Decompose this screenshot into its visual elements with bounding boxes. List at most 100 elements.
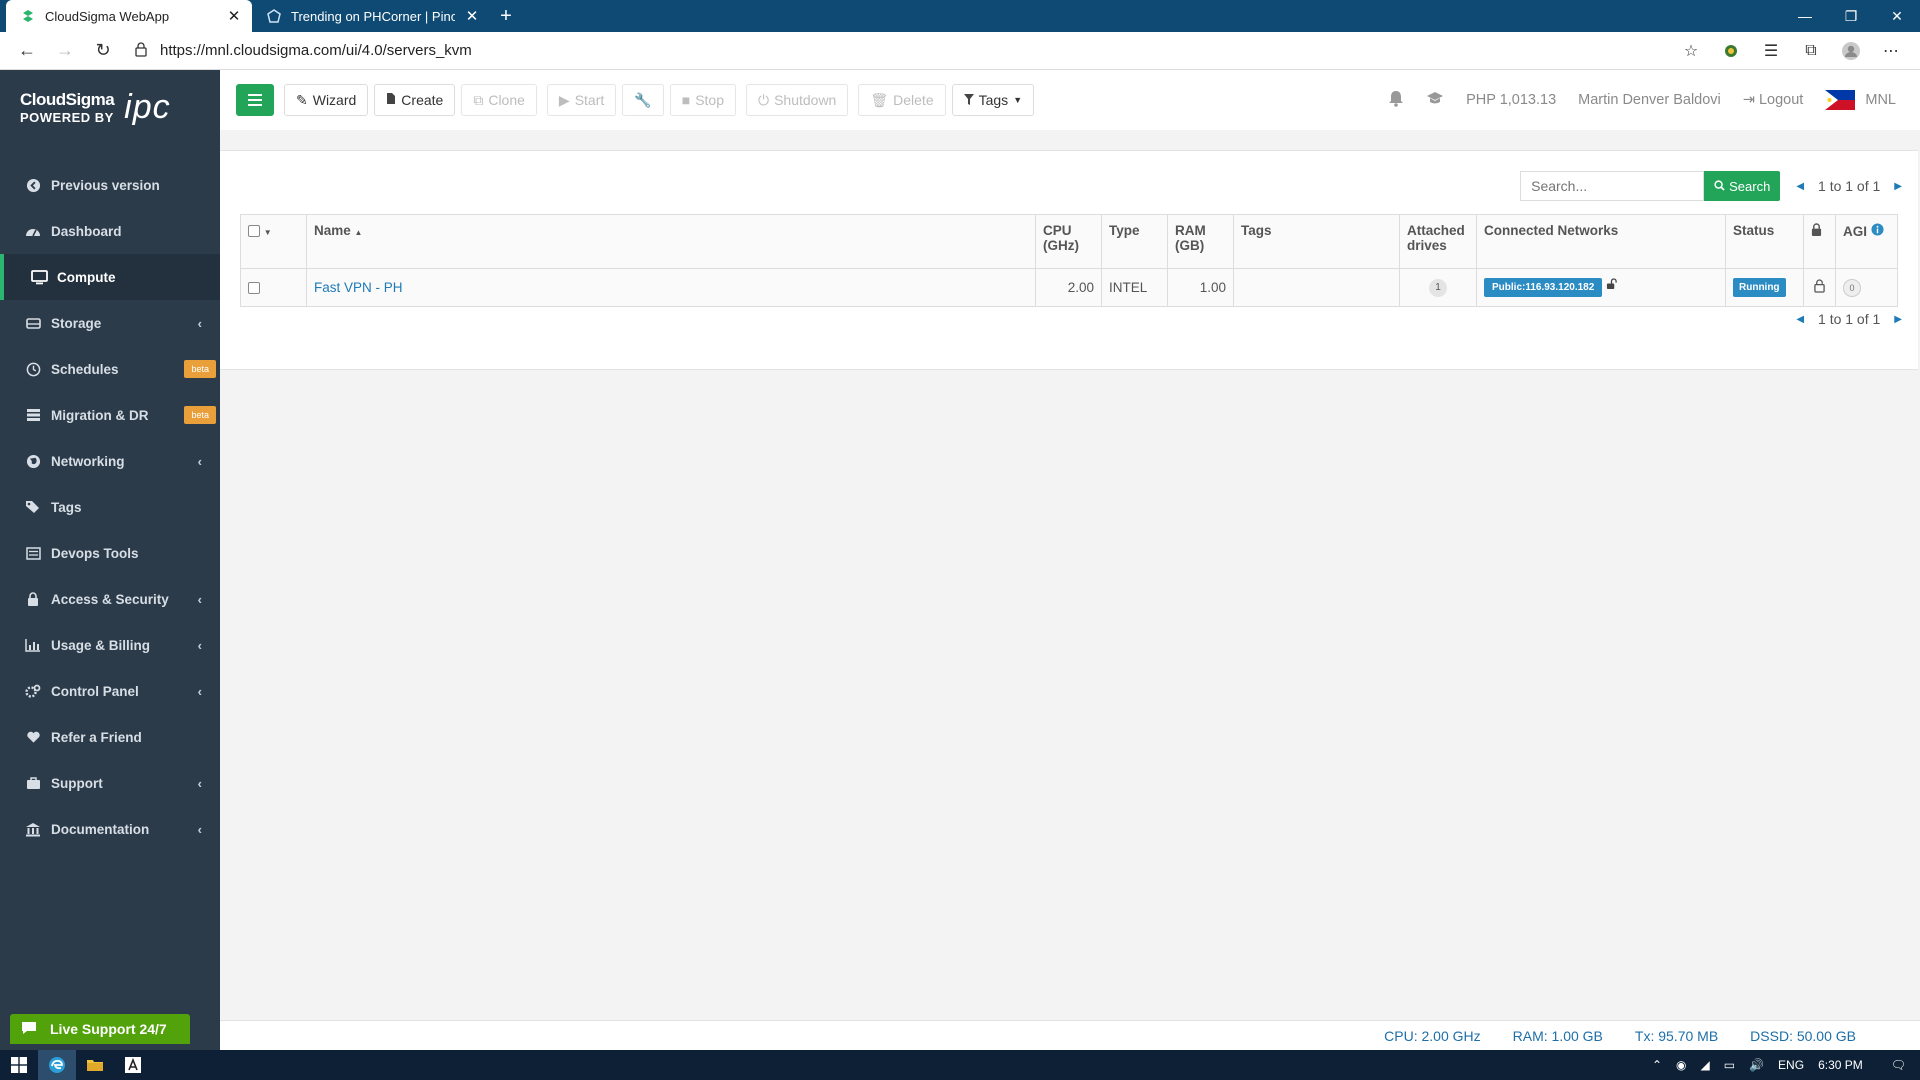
table-row[interactable]: Fast VPN - PH 2.00 INTEL 1.00 1 Public:1… — [240, 268, 1898, 307]
stop-button[interactable]: ■ Stop — [669, 84, 736, 116]
collections-icon[interactable]: ⧉ — [1800, 40, 1822, 62]
brand-logo[interactable]: CloudSigma POWERED BY ipc — [0, 70, 220, 144]
name-column-header[interactable]: Name ▲ — [306, 214, 1036, 269]
wifi-icon[interactable]: ◢ — [1701, 1058, 1710, 1072]
sidebar-item-access-security[interactable]: Access & Security ‹ — [0, 576, 220, 622]
next-page-icon[interactable]: ▶ — [1894, 181, 1902, 192]
next-page-icon[interactable]: ▶ — [1894, 314, 1902, 325]
ram-column-header[interactable]: RAM (GB) — [1167, 214, 1234, 269]
chevron-left-icon: ‹ — [197, 683, 202, 699]
delete-button[interactable]: 🗑 Delete — [858, 84, 946, 116]
wrench-button[interactable]: 🔧 — [622, 84, 664, 116]
sidebar-item-migration-dr[interactable]: Migration & DR beta — [0, 392, 220, 438]
clone-button[interactable]: ⧉ Clone — [461, 84, 537, 116]
live-support-button[interactable]: Live Support 24/7 — [10, 1014, 190, 1044]
info-icon[interactable] — [1871, 223, 1884, 239]
sidebar-item-control-panel[interactable]: Control Panel ‹ — [0, 668, 220, 714]
shutdown-button[interactable]: ⏻ Shutdown — [746, 84, 849, 116]
lock-icon — [24, 590, 42, 608]
row-checkbox[interactable] — [248, 282, 260, 295]
close-tab-icon[interactable]: ✕ — [226, 7, 242, 25]
drive-count-badge[interactable]: 1 — [1429, 279, 1447, 297]
notifications-icon[interactable]: 🗨 — [1891, 1058, 1906, 1072]
search-input[interactable] — [1520, 171, 1705, 201]
app-a-icon[interactable] — [114, 1050, 152, 1080]
network-status-icon[interactable]: ◉ — [1676, 1058, 1686, 1072]
sidebar-item-refer-friend[interactable]: Refer a Friend — [0, 714, 220, 760]
tray-overflow-icon[interactable]: ⌃ — [1652, 1058, 1662, 1072]
sidebar-item-networking[interactable]: Networking ‹ — [0, 438, 220, 484]
search-button[interactable]: Search — [1704, 171, 1781, 201]
caret-down-icon[interactable]: ▼ — [264, 228, 272, 237]
new-tab-icon[interactable]: + — [490, 0, 522, 32]
network-ip-badge[interactable]: Public:116.93.120.182 — [1484, 278, 1603, 297]
file-explorer-icon[interactable] — [76, 1050, 114, 1080]
lock-column-header — [1803, 214, 1836, 269]
select-all-checkbox[interactable] — [248, 225, 260, 238]
ram-usage: RAM: 1.00 GB — [1512, 1027, 1603, 1044]
powered-by-label: POWERED BY — [20, 109, 114, 125]
create-button[interactable]: Create — [374, 84, 456, 116]
favorites-list-icon[interactable]: ☰ — [1760, 40, 1782, 62]
window-controls: — ❐ ✕ — [1782, 0, 1920, 32]
graduation-cap-icon[interactable] — [1426, 91, 1444, 109]
copy-icon: ⧉ — [473, 91, 484, 108]
more-options-icon[interactable]: ⋯ — [1880, 40, 1902, 62]
extension-icon[interactable] — [1720, 40, 1742, 62]
agi-count-badge[interactable]: 0 — [1843, 278, 1861, 297]
logout-link[interactable]: ⇥ Logout — [1743, 92, 1804, 108]
close-tab-icon[interactable]: ✕ — [464, 7, 480, 25]
chart-icon — [24, 636, 42, 654]
clock[interactable]: 6:30 PM — [1818, 1058, 1863, 1072]
sidebar-item-tags[interactable]: Tags — [0, 484, 220, 530]
sidebar-item-documentation[interactable]: Documentation ‹ — [0, 806, 220, 852]
tags-dropdown-button[interactable]: Tags ▼ — [951, 84, 1035, 116]
sidebar-item-compute[interactable]: Compute — [0, 254, 220, 300]
tags-icon — [24, 498, 42, 516]
bell-icon[interactable] — [1388, 90, 1404, 111]
language-indicator[interactable]: ENG — [1778, 1058, 1804, 1072]
forward-icon[interactable]: → — [46, 32, 84, 70]
cpu-column-header[interactable]: CPU (GHz) — [1035, 214, 1102, 269]
sidebar-item-storage[interactable]: Storage ‹ — [0, 300, 220, 346]
status-badge[interactable]: Running — [1733, 278, 1786, 297]
windows-start-icon[interactable] — [0, 1050, 38, 1080]
back-icon[interactable]: ← — [8, 32, 46, 70]
sidebar-item-previous-version[interactable]: Previous version — [0, 162, 220, 208]
sidebar-item-usage-billing[interactable]: Usage & Billing ‹ — [0, 622, 220, 668]
top-toolbar: ✎ Wizard Create ⧉ Clone ▶ Start 🔧 ■ Stop… — [220, 70, 1920, 130]
url-field[interactable]: https://mnl.cloudsigma.com/ui/4.0/server… — [134, 41, 1680, 61]
table-header-row: ▼ Name ▲ CPU (GHz) Type RAM (GB) Tags At… — [240, 214, 1898, 269]
sidebar-item-devops-tools[interactable]: Devops Tools — [0, 530, 220, 576]
browser-tab-cloudsigma[interactable]: CloudSigma WebApp ✕ — [6, 0, 252, 32]
heart-icon — [24, 728, 42, 746]
volume-icon[interactable]: 🔊 — [1749, 1058, 1764, 1072]
type-column-header[interactable]: Type — [1101, 214, 1168, 269]
profile-avatar-icon[interactable] — [1840, 40, 1862, 62]
start-button[interactable]: ▶ Start — [546, 84, 617, 116]
sidebar-item-support[interactable]: Support ‹ — [0, 760, 220, 806]
location-selector[interactable]: MNL — [1825, 90, 1896, 110]
refresh-icon[interactable]: ↻ — [84, 32, 122, 70]
beta-badge: beta — [184, 360, 216, 378]
browser-tab-phcorner[interactable]: Trending on PHCorner | Pinoy In ✕ — [252, 0, 490, 32]
minimize-icon[interactable]: — — [1782, 0, 1828, 32]
edge-browser-icon[interactable] — [38, 1050, 76, 1080]
user-name[interactable]: Martin Denver Baldovi — [1578, 92, 1721, 108]
battery-icon[interactable]: ▭ — [1724, 1058, 1735, 1072]
sidebar-item-schedules[interactable]: Schedules beta — [0, 346, 220, 392]
storage-icon — [24, 314, 42, 332]
restore-icon[interactable]: ❐ — [1828, 0, 1874, 32]
unlock-icon — [1606, 278, 1617, 293]
select-all-header[interactable]: ▼ — [240, 214, 307, 269]
close-window-icon[interactable]: ✕ — [1874, 0, 1920, 32]
favorite-star-icon[interactable]: ☆ — [1680, 40, 1702, 62]
menu-toggle-button[interactable] — [236, 84, 274, 116]
prev-page-icon[interactable]: ◀ — [1796, 181, 1804, 192]
server-name-link[interactable]: Fast VPN - PH — [314, 280, 403, 295]
status-column-header[interactable]: Status — [1725, 214, 1804, 269]
sidebar-item-dashboard[interactable]: Dashboard — [0, 208, 220, 254]
wizard-button[interactable]: ✎ Wizard — [284, 84, 369, 116]
prev-page-icon[interactable]: ◀ — [1796, 314, 1804, 325]
balance-display[interactable]: PHP 1,013.13 — [1466, 92, 1556, 108]
